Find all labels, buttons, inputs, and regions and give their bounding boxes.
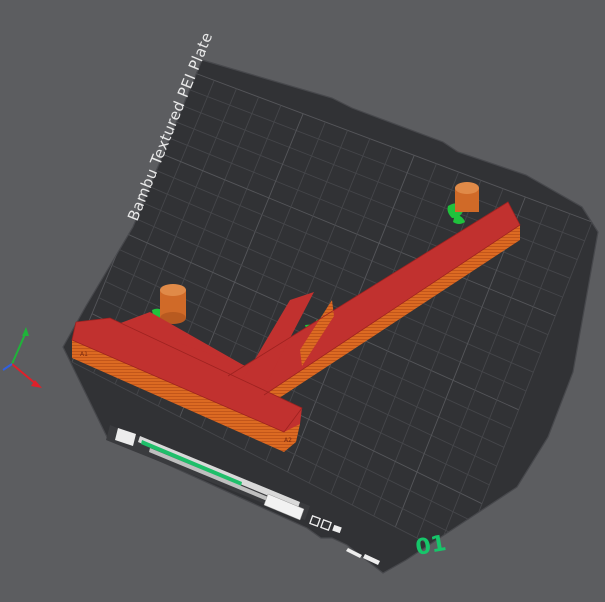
- build-plate[interactable]: Bambu Textured PEI Plate: [62, 30, 599, 574]
- z-axis-line: [2, 363, 13, 371]
- svg-text:A1: A1: [80, 351, 88, 358]
- y-axis-arrow: [22, 327, 29, 336]
- 3d-viewport[interactable]: Bambu Textured PEI Plate A1 A2 01: [0, 0, 605, 602]
- y-axis-line: [11, 331, 27, 365]
- peg-right: [455, 182, 479, 212]
- svg-text:A2: A2: [284, 437, 292, 444]
- axes-indicator: [2, 327, 42, 388]
- x-axis-line: [11, 363, 37, 385]
- scene-canvas[interactable]: Bambu Textured PEI Plate A1 A2 01: [0, 0, 605, 602]
- peg-left: [160, 284, 186, 324]
- plate-number: 01: [414, 531, 449, 561]
